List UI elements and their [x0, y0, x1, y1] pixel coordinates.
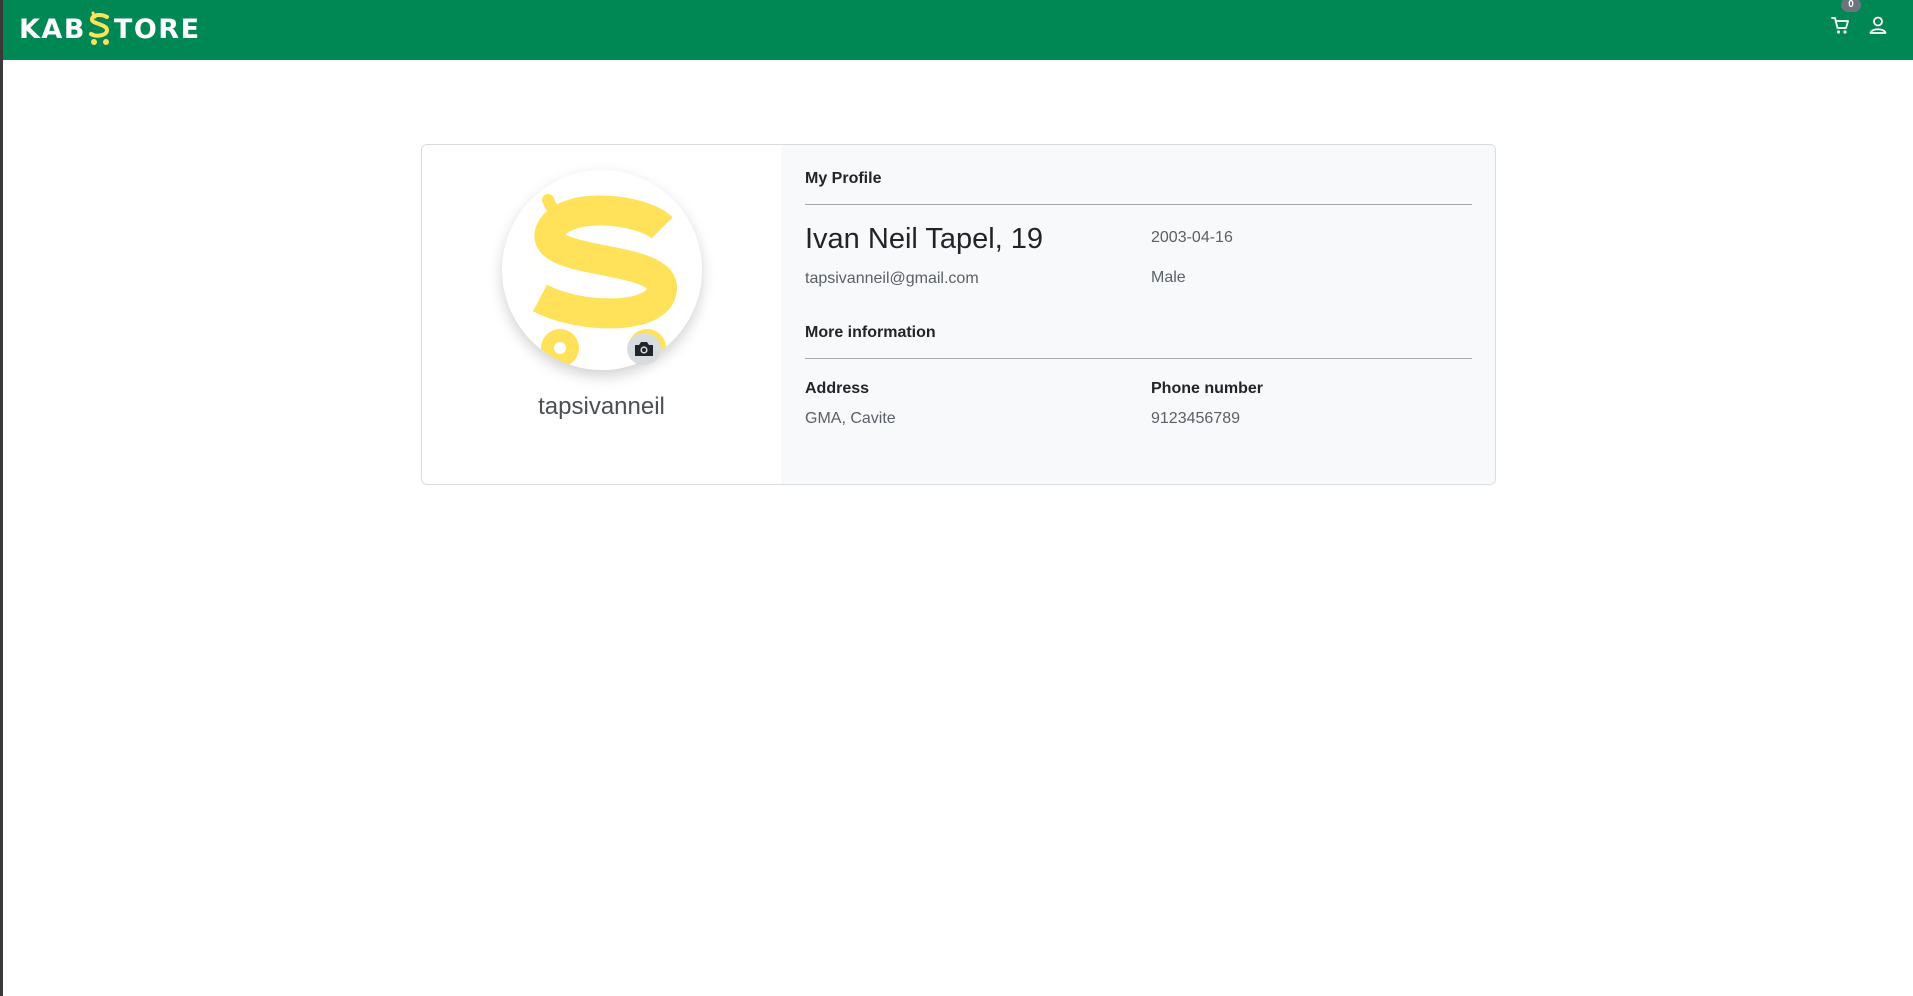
brand-logo[interactable]: KAB TORE [19, 10, 201, 48]
cart-count-badge: 0 [1841, 0, 1861, 12]
logo-cart-s-icon [88, 11, 109, 45]
my-profile-heading: My Profile [805, 170, 882, 187]
profile-avatar-panel: tapsivanneil [422, 145, 781, 484]
kabstore-logo-avatar-icon [533, 194, 678, 367]
profile-username: tapsivanneil [538, 393, 665, 420]
section-divider [805, 204, 1472, 205]
brand-text-right: TORE [113, 13, 201, 45]
cart-icon [1831, 17, 1849, 34]
profile-birthdate: 2003-04-16 [1151, 229, 1233, 246]
address-label: Address [805, 380, 870, 397]
profile-card: tapsivanneil My Profile Ivan Neil Tapel,… [421, 144, 1496, 485]
profile-email: tapsivanneil@gmail.com [805, 270, 979, 287]
profile-details-panel: My Profile Ivan Neil Tapel, 19 tapsivann… [781, 145, 1495, 484]
more-information-heading: More information [805, 324, 936, 341]
profile-gender: Male [1151, 269, 1186, 286]
brand-text-left: KAB [19, 13, 86, 45]
profile-avatar [502, 170, 702, 370]
section-divider [805, 358, 1472, 359]
top-navbar: KAB TORE 0 [3, 0, 1913, 60]
nav-icon-group: 0 [1793, 0, 1913, 60]
user-account-button[interactable] [1867, 14, 1889, 36]
change-photo-button[interactable] [627, 333, 661, 365]
address-value: GMA, Cavite [805, 410, 896, 427]
phone-number-value: 9123456789 [1151, 410, 1240, 427]
window-edge [0, 0, 3, 996]
profile-full-name: Ivan Neil Tapel, 19 [805, 223, 1044, 255]
user-icon [1869, 16, 1887, 34]
camera-icon [635, 342, 653, 356]
cart-button[interactable] [1829, 14, 1851, 36]
phone-number-label: Phone number [1151, 380, 1264, 397]
